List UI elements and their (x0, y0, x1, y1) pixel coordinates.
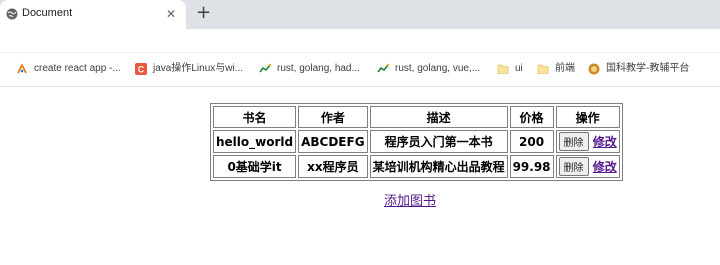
page-content: 书名 作者 描述 价格 操作 hello_world ABCDEFG 程序员入门… (0, 87, 720, 265)
book-desc-cell: 某培训机构精心出品教程 (369, 155, 508, 178)
folder-icon (537, 64, 549, 74)
tab-document[interactable]: Document ✕ (0, 0, 186, 29)
bookmark-label: 国科教学-教辅平台 (606, 63, 690, 74)
edit-link[interactable]: 修改 (593, 135, 617, 149)
book-name-cell: hello_world (213, 130, 297, 153)
bookmarks-bar: create react app -... C java操作Linux与wi..… (0, 53, 720, 87)
bookmark-label: 前端 (555, 63, 575, 74)
book-desc-cell: 程序员入门第一本书 (369, 130, 508, 153)
add-book-link[interactable]: 添加图书 (384, 190, 436, 209)
delete-button[interactable]: 删除 (558, 132, 589, 151)
column-header: 作者 (298, 106, 368, 128)
folder-icon (497, 64, 509, 74)
column-header: 操作 (555, 106, 620, 128)
react-icon (17, 63, 27, 74)
book-name-cell: 0基础学it (213, 155, 297, 178)
tab-strip: Document ✕ + (0, 0, 720, 29)
actions-cell: 删除 修改 (555, 130, 620, 153)
globe-icon (6, 8, 18, 20)
column-header: 价格 (509, 106, 554, 128)
book-price-cell: 200 (509, 130, 554, 153)
svg-text:C: C (138, 65, 145, 75)
delete-button[interactable]: 删除 (558, 157, 589, 176)
trend-icon (259, 63, 271, 73)
bookmark-label: create react app -... (34, 63, 121, 74)
books-table: 书名 作者 描述 价格 操作 hello_world ABCDEFG 程序员入门… (210, 103, 623, 181)
table-row: hello_world ABCDEFG 程序员入门第一本书 200 删除 修改 (213, 130, 620, 153)
gk-icon (588, 63, 600, 75)
bookmark-label: java操作Linux与wi... (153, 63, 244, 74)
new-tab-button[interactable]: + (196, 3, 211, 23)
bookmark-label: rust, golang, had... (277, 63, 360, 74)
book-price-cell: 99.98 (509, 155, 554, 178)
actions-cell: 删除 修改 (555, 155, 620, 178)
column-header: 书名 (213, 106, 297, 128)
trend-icon (377, 63, 389, 73)
edit-link[interactable]: 修改 (593, 160, 617, 174)
tab-close-icon[interactable]: ✕ (166, 7, 176, 21)
tab-title: Document (22, 7, 73, 19)
bookmark-label: rust, golang, vue,... (395, 63, 481, 74)
book-author-cell: ABCDEFG (298, 130, 368, 153)
bookmark-label: ui (515, 63, 523, 74)
table-row: 0基础学it xx程序员 某培训机构精心出品教程 99.98 删除 修改 (213, 155, 620, 178)
table-header-row: 书名 作者 描述 价格 操作 (213, 106, 620, 128)
column-header: 描述 (369, 106, 508, 128)
toolbar (0, 29, 720, 53)
csdn-icon: C (135, 63, 147, 75)
book-author-cell: xx程序员 (298, 155, 368, 178)
